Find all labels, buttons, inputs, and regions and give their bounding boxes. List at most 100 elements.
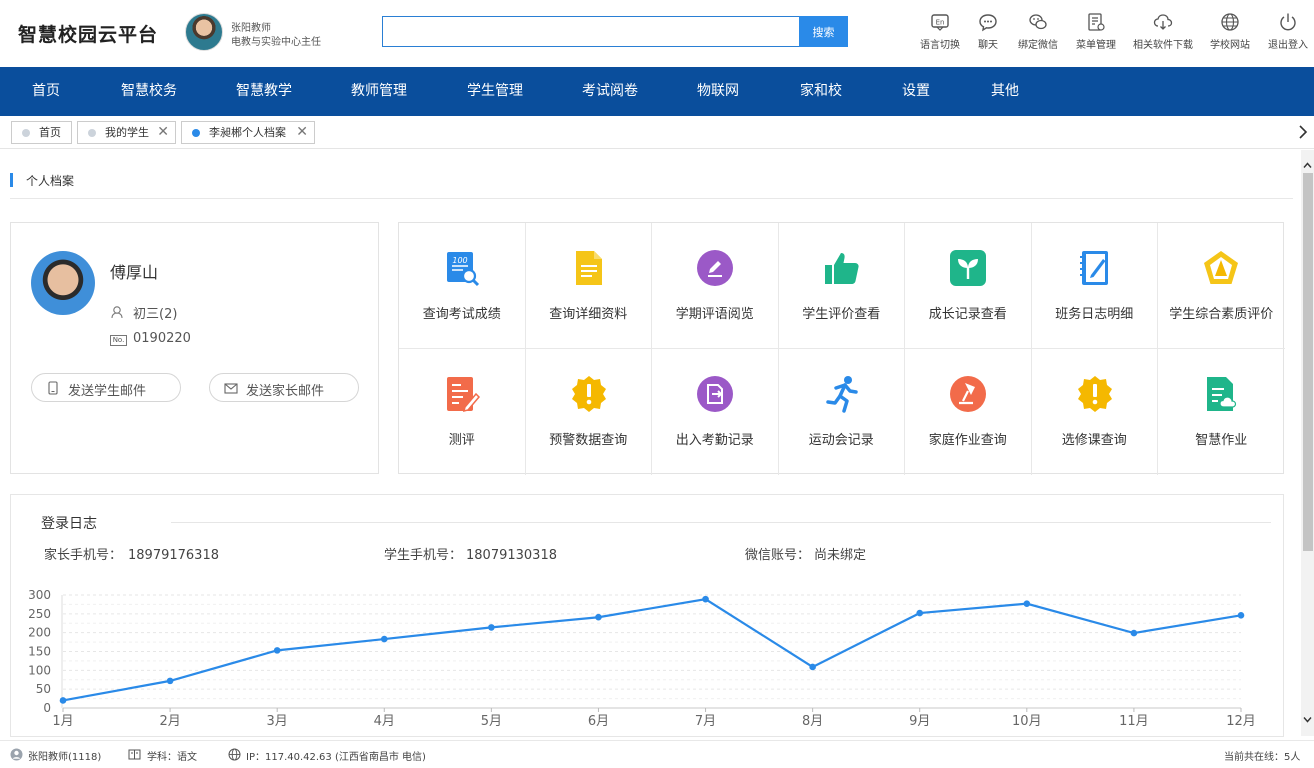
tab-label: 李昶郴个人档案 [209, 126, 286, 139]
func-label: 测评 [448, 433, 475, 448]
chart-point[interactable] [1237, 612, 1245, 619]
tab-home[interactable]: 首页 [11, 121, 72, 144]
func-class-log[interactable]: 班务日志明细 [1031, 223, 1158, 349]
func-smart-homework[interactable]: 智慧作业 [1158, 349, 1285, 475]
login-log-chart: 0 50 100 150 200 250 300 1月 2月 3月 4月 5月 6月 7月 8月 9月 10月… [28, 588, 1256, 729]
tab-dot [22, 129, 30, 137]
warning-badge-icon [1077, 376, 1112, 412]
nav-item-home[interactable]: 首页 [32, 67, 60, 116]
search-input[interactable] [382, 16, 800, 47]
func-comprehensive-quality[interactable]: 学生综合素质评价 [1158, 223, 1285, 349]
chart-point[interactable] [166, 677, 174, 685]
wechat-icon [1028, 12, 1048, 32]
pentagon-badge-icon [1204, 251, 1238, 284]
mail-icon [224, 383, 238, 394]
chart-series-line [62, 597, 1242, 702]
document-icon [575, 251, 602, 285]
student-phone-value: 18079130318 [466, 548, 557, 563]
func-elective-query[interactable]: 选修课查询 [1032, 349, 1158, 475]
func-label: 学期评语阅览 [675, 307, 754, 322]
chart-point[interactable] [59, 697, 67, 704]
x-tick-label: 5月 [481, 714, 502, 729]
x-tick-label: 6月 [588, 714, 609, 729]
parent-phone-value: 18979176318 [128, 548, 219, 563]
func-homework-query[interactable]: 家庭作业查询 [905, 349, 1032, 475]
tool-logout[interactable]: 退出登入 [1268, 12, 1308, 51]
func-student-evaluation[interactable]: 学生评价查看 [778, 223, 905, 349]
nav-item-settings[interactable]: 设置 [902, 67, 930, 116]
send-parent-mail-button[interactable]: 发送家长邮件 [209, 373, 359, 402]
y-tick-label: 300 [28, 588, 51, 602]
tab-my-students[interactable]: 我的学生 ✕ [77, 121, 176, 144]
tool-label: 语言切换 [920, 40, 960, 51]
func-label: 学生评价查看 [802, 307, 881, 322]
app-window: 智慧校园云平台 张阳教师 电教与实验中心主任 搜索 En 语言切换 聊天 绑定微… [0, 0, 1314, 768]
nav-item-smart-teaching[interactable]: 智慧教学 [236, 67, 292, 116]
footer-online-count: 当前共在线：5人 [1224, 752, 1301, 763]
func-exam-score[interactable]: 100 查询考试成绩 [399, 223, 526, 349]
y-tick-label: 200 [28, 626, 51, 640]
tool-label: 菜单管理 [1076, 40, 1116, 51]
user-avatar[interactable] [185, 13, 223, 51]
desk-lamp-icon [950, 376, 986, 412]
x-tick-label: 2月 [159, 714, 180, 729]
func-assessment[interactable]: 测评 [399, 349, 526, 475]
x-tick-label: 3月 [267, 714, 288, 729]
func-attendance[interactable]: 出入考勤记录 [652, 349, 779, 475]
parent-phone-label: 家长手机号： [44, 548, 123, 563]
user-name: 张阳教师 [231, 23, 271, 34]
close-icon[interactable]: ✕ [157, 122, 169, 143]
runner-icon [825, 376, 858, 413]
chart-point[interactable] [702, 595, 709, 603]
func-growth-record[interactable]: 成长记录查看 [905, 223, 1032, 349]
class-icon [111, 306, 123, 319]
y-tick-label: 250 [28, 607, 51, 621]
search-button[interactable]: 搜索 [799, 16, 848, 47]
chart-point[interactable] [273, 647, 281, 654]
scrollbar-thumb[interactable] [1303, 173, 1313, 551]
chart-point[interactable] [595, 613, 602, 621]
chart-point[interactable] [380, 635, 388, 643]
student-profile-card: 傅厚山 初三(2) No. 0190220 发送学生邮件 发送家长邮件 [10, 222, 379, 474]
chevron-down-icon[interactable] [1302, 714, 1313, 725]
nav-item-other[interactable]: 其他 [991, 67, 1019, 116]
func-sports-meet[interactable]: 运动会记录 [779, 349, 905, 475]
tool-language[interactable]: En 语言切换 [920, 12, 960, 51]
divider [171, 522, 1271, 523]
chart-point[interactable] [1130, 629, 1138, 637]
student-number: 0190220 [133, 331, 191, 346]
chart-point[interactable] [809, 663, 816, 671]
tab-student-profile[interactable]: 李昶郴个人档案 ✕ [181, 121, 315, 144]
send-student-mail-button[interactable]: 发送学生邮件 [31, 373, 181, 402]
tool-download[interactable]: 相关软件下载 [1133, 12, 1193, 51]
book-icon [128, 749, 141, 760]
warning-badge-icon [571, 376, 606, 412]
y-tick-label: 0 [43, 701, 51, 715]
chevron-right-icon[interactable] [1297, 122, 1309, 142]
chart-point[interactable] [916, 609, 924, 617]
func-label: 查询详细资料 [549, 307, 628, 322]
tool-school-site[interactable]: 学校网站 [1210, 12, 1250, 51]
nav-item-student-manage[interactable]: 学生管理 [467, 67, 523, 116]
nav-item-home-school[interactable]: 家和校 [800, 67, 842, 116]
chart-point[interactable] [488, 624, 495, 631]
section-accent [10, 173, 13, 187]
chevron-up-icon[interactable] [1302, 160, 1313, 171]
tool-menu-manage[interactable]: 菜单管理 [1076, 12, 1116, 51]
nav-item-smart-affairs[interactable]: 智慧校务 [121, 67, 177, 116]
chart-point[interactable] [1023, 600, 1031, 607]
close-icon[interactable]: ✕ [296, 122, 308, 143]
nav-item-iot[interactable]: 物联网 [697, 67, 739, 116]
func-warning-data[interactable]: 预警数据查询 [526, 349, 652, 475]
tab-label: 首页 [39, 126, 61, 139]
nav-item-exam[interactable]: 考试阅卷 [582, 67, 638, 116]
tool-wechat[interactable]: 绑定微信 [1018, 12, 1058, 51]
nav-item-teacher-manage[interactable]: 教师管理 [351, 67, 407, 116]
tab-dot [88, 129, 96, 137]
func-detail-info[interactable]: 查询详细资料 [525, 223, 652, 349]
cloud-download-icon [1153, 12, 1173, 32]
func-semester-comment[interactable]: 学期评语阅览 [652, 223, 779, 349]
y-tick-label: 100 [28, 663, 51, 677]
tool-chat[interactable]: 聊天 [978, 12, 998, 51]
func-label: 查询考试成绩 [422, 307, 501, 322]
